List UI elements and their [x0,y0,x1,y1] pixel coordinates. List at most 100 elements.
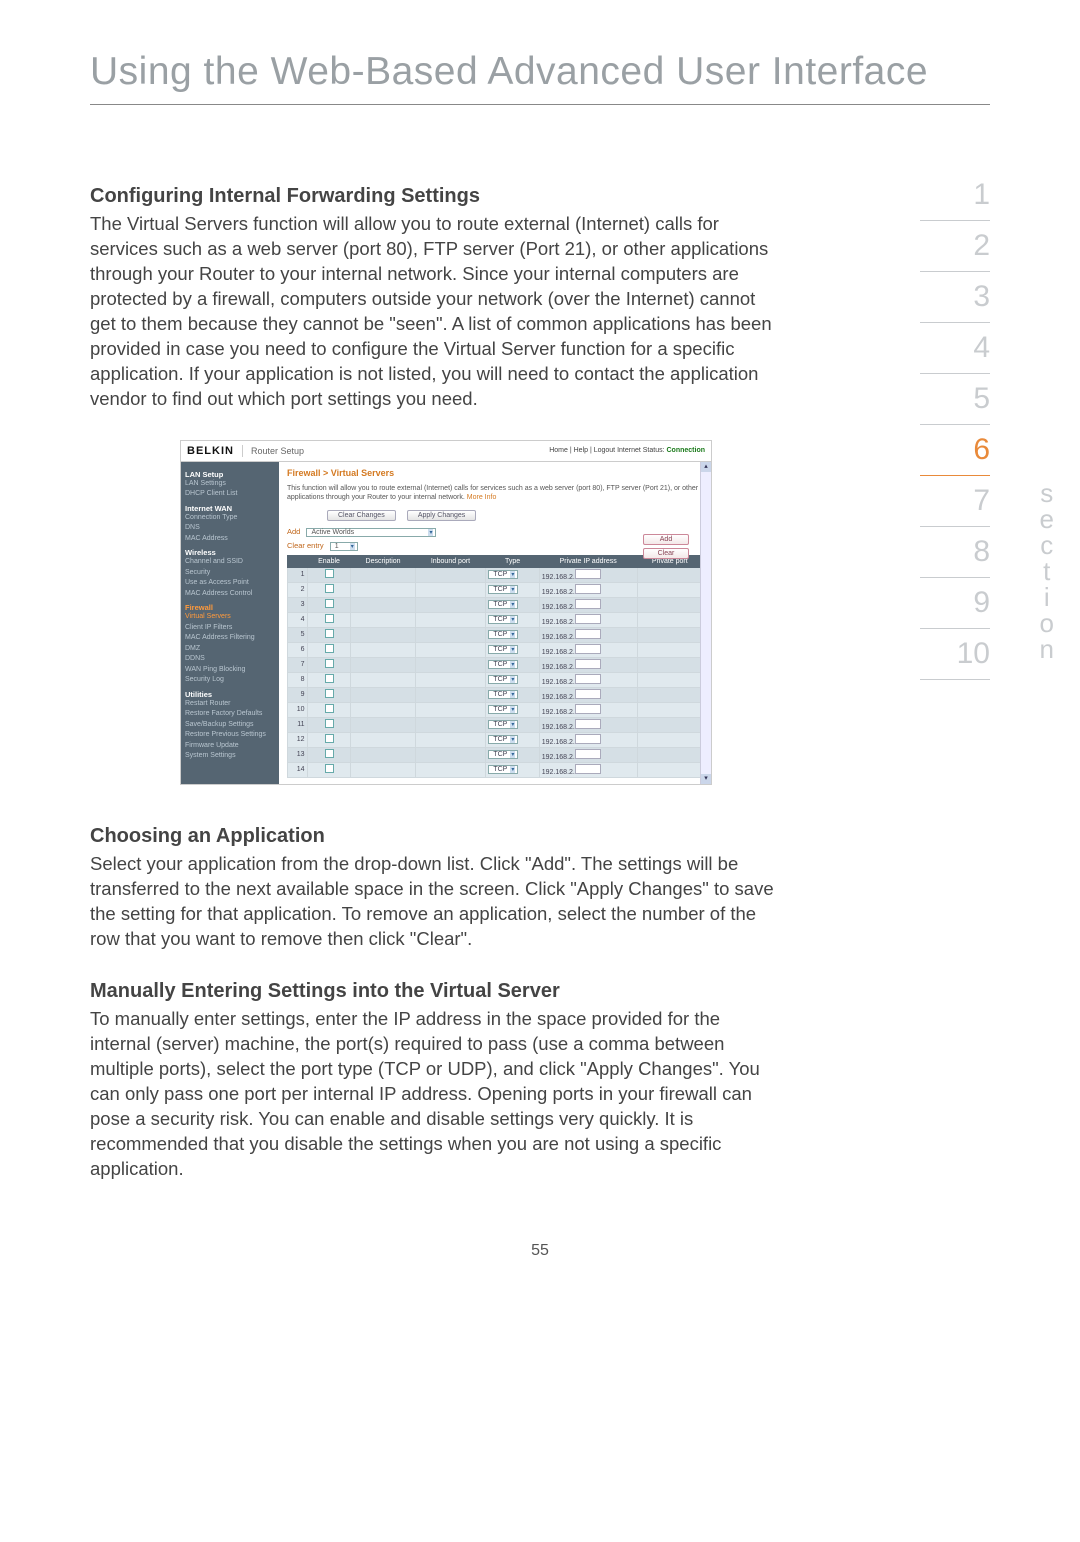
enable-checkbox[interactable] [325,764,334,773]
add-button[interactable]: Add [643,534,689,545]
description-input[interactable] [351,717,415,732]
nav-item[interactable]: Restart Router [185,699,275,710]
private-port-input[interactable] [637,702,702,717]
inbound-port-input[interactable] [415,702,486,717]
private-port-input[interactable] [637,627,702,642]
description-input[interactable] [351,612,415,627]
description-input[interactable] [351,732,415,747]
section-nav-3[interactable]: 3 [920,272,990,323]
ip-last-octet-input[interactable] [575,689,601,699]
router-links-text[interactable]: Home | Help | Logout Internet Status: [549,447,664,454]
enable-checkbox[interactable] [325,644,334,653]
description-input[interactable] [351,657,415,672]
nav-item[interactable]: MAC Address Filtering [185,633,275,644]
private-port-input[interactable] [637,582,702,597]
section-nav-6[interactable]: 6 [920,425,990,476]
nav-item[interactable]: Firmware Update [185,741,275,752]
nav-item[interactable]: Restore Factory Defaults [185,709,275,720]
nav-item[interactable]: Channel and SSID [185,557,275,568]
nav-item[interactable]: Save/Backup Settings [185,720,275,731]
private-port-input[interactable] [637,657,702,672]
description-input[interactable] [351,762,415,777]
inbound-port-input[interactable] [415,732,486,747]
ip-last-octet-input[interactable] [575,614,601,624]
enable-checkbox[interactable] [325,704,334,713]
section-nav-9[interactable]: 9 [920,578,990,629]
nav-item[interactable]: Client IP Filters [185,623,275,634]
ip-last-octet-input[interactable] [575,584,601,594]
scroll-up-icon[interactable]: ▴ [701,462,711,472]
private-port-input[interactable] [637,747,702,762]
type-select[interactable]: TCP [488,615,518,624]
enable-checkbox[interactable] [325,569,334,578]
section-nav-8[interactable]: 8 [920,527,990,578]
section-nav-2[interactable]: 2 [920,221,990,272]
nav-item[interactable]: DHCP Client List [185,489,275,500]
ip-last-octet-input[interactable] [575,764,601,774]
description-input[interactable] [351,687,415,702]
nav-item[interactable]: WAN Ping Blocking [185,665,275,676]
type-select[interactable]: TCP [488,675,518,684]
scroll-down-icon[interactable]: ▾ [701,774,711,784]
type-select[interactable]: TCP [488,735,518,744]
scrollbar[interactable]: ▴ ▾ [700,462,711,784]
nav-item[interactable]: Security [185,568,275,579]
enable-checkbox[interactable] [325,584,334,593]
inbound-port-input[interactable] [415,642,486,657]
enable-checkbox[interactable] [325,674,334,683]
nav-item[interactable]: System Settings [185,751,275,762]
enable-checkbox[interactable] [325,659,334,668]
inbound-port-input[interactable] [415,627,486,642]
type-select[interactable]: TCP [488,660,518,669]
nav-item[interactable]: Connection Type [185,513,275,524]
type-select[interactable]: TCP [488,585,518,594]
type-select[interactable]: TCP [488,720,518,729]
private-port-input[interactable] [637,642,702,657]
section-nav-1[interactable]: 1 [920,170,990,221]
type-select[interactable]: TCP [488,630,518,639]
ip-last-octet-input[interactable] [575,629,601,639]
router-header-links[interactable]: Home | Help | Logout Internet Status: Co… [549,447,705,454]
private-port-input[interactable] [637,717,702,732]
inbound-port-input[interactable] [415,762,486,777]
inbound-port-input[interactable] [415,657,486,672]
nav-item[interactable]: DDNS [185,654,275,665]
ip-last-octet-input[interactable] [575,704,601,714]
inbound-port-input[interactable] [415,582,486,597]
nav-item[interactable]: Use as Access Point [185,578,275,589]
nav-item[interactable]: MAC Address Control [185,589,275,600]
ip-last-octet-input[interactable] [575,734,601,744]
section-nav-5[interactable]: 5 [920,374,990,425]
enable-checkbox[interactable] [325,599,334,608]
private-port-input[interactable] [637,687,702,702]
inbound-port-input[interactable] [415,672,486,687]
enable-checkbox[interactable] [325,719,334,728]
enable-checkbox[interactable] [325,734,334,743]
router-sidebar[interactable]: LAN SetupLAN SettingsDHCP Client ListInt… [181,462,279,784]
description-input[interactable] [351,702,415,717]
apply-changes-button[interactable]: Apply Changes [407,510,476,521]
description-input[interactable] [351,567,415,582]
private-port-input[interactable] [637,732,702,747]
clear-entry-select[interactable]: 1 [330,542,358,551]
ip-last-octet-input[interactable] [575,659,601,669]
description-input[interactable] [351,672,415,687]
description-input[interactable] [351,597,415,612]
inbound-port-input[interactable] [415,747,486,762]
nav-item[interactable]: MAC Address [185,534,275,545]
type-select[interactable]: TCP [488,645,518,654]
enable-checkbox[interactable] [325,689,334,698]
nav-item[interactable]: Restore Previous Settings [185,730,275,741]
nav-item[interactable]: LAN Settings [185,479,275,490]
more-info-link[interactable]: More Info [467,494,497,501]
private-port-input[interactable] [637,567,702,582]
type-select[interactable]: TCP [488,750,518,759]
private-port-input[interactable] [637,597,702,612]
section-nav-7[interactable]: 7 [920,476,990,527]
description-input[interactable] [351,642,415,657]
description-input[interactable] [351,627,415,642]
ip-last-octet-input[interactable] [575,719,601,729]
nav-item[interactable]: DMZ [185,644,275,655]
enable-checkbox[interactable] [325,749,334,758]
inbound-port-input[interactable] [415,687,486,702]
